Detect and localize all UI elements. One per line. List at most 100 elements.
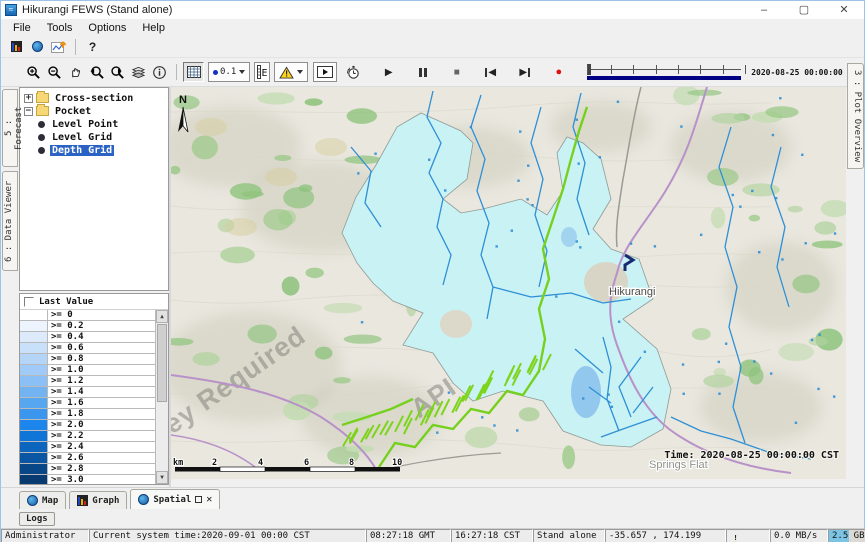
minimize-button[interactable]: – [744, 1, 784, 19]
left-panel: + Cross-section−Pocket Level Point Level Gr… [19, 87, 169, 487]
tab-map[interactable]: Map [19, 491, 66, 509]
tree-label: Cross-section [53, 93, 135, 104]
classification-dropdown[interactable]: 0.1 [208, 62, 250, 82]
legend-value-label: >= 1.0 [48, 365, 84, 375]
layers-icon [131, 65, 146, 80]
menu-item-options[interactable]: Options [80, 22, 134, 34]
menu-item-help[interactable]: Help [134, 22, 173, 34]
warning-threshold-dropdown[interactable]: ! [274, 62, 308, 82]
zoom-in-button[interactable] [23, 62, 44, 82]
database-viewer-button[interactable] [6, 37, 27, 57]
info-button[interactable] [149, 62, 170, 82]
legend-swatch [20, 398, 48, 408]
menu-item-file[interactable]: File [5, 22, 39, 34]
boxed-play-icon [317, 66, 333, 78]
logs-button[interactable]: Logs [19, 512, 55, 526]
tree-item-pocket[interactable]: −Pocket [24, 105, 168, 117]
legend-swatch [20, 376, 48, 386]
pause-button[interactable] [412, 62, 433, 82]
tab-graph[interactable]: Graph [69, 491, 127, 509]
legend-swatch [20, 354, 48, 364]
globe-icon [27, 495, 38, 506]
chevron-down-icon [297, 70, 303, 74]
tree-expander-icon[interactable]: + [24, 94, 33, 103]
legend-value-label: >= 0.8 [48, 354, 84, 364]
class-dot-icon [213, 70, 218, 75]
grid-display-button[interactable] [183, 62, 204, 82]
legend-row: >= 0.2 [20, 321, 155, 332]
zoom-out-icon [47, 65, 62, 80]
scroll-up-icon[interactable]: ▲ [156, 310, 168, 323]
animation-display-button[interactable] [313, 62, 337, 82]
tree-item-level-point[interactable]: Level Point [24, 118, 168, 130]
maximize-tab-icon[interactable] [195, 496, 202, 503]
zoom-next-button[interactable] [107, 62, 128, 82]
left-tab-strip: 5 : Forecast 6 : Data Viewer [1, 87, 19, 487]
tab-data-viewer[interactable]: 6 : Data Viewer [2, 171, 18, 271]
close-button[interactable]: ✕ [824, 1, 864, 19]
scroll-thumb[interactable] [157, 324, 167, 402]
close-tab-icon[interactable]: ✕ [206, 494, 212, 505]
legend-row: >= 0.6 [20, 343, 155, 354]
skip-to-end-icon: ▶ [519, 67, 530, 78]
go-to-end-button[interactable]: ▶ [514, 62, 535, 82]
legend-value-label: >= 2.0 [48, 420, 84, 430]
main-toolbar: ? [1, 36, 864, 58]
legend-swatch [20, 431, 48, 441]
legend-value-label: >= 2.4 [48, 442, 84, 452]
map-view[interactable]: API Key Required API Key Required Hikura… [171, 87, 846, 479]
layer-bullet-icon [38, 147, 45, 154]
tab-plot-overview[interactable]: 3 : Plot Overview [847, 63, 864, 169]
legend-row: >= 2.2 [20, 431, 155, 442]
help-button[interactable]: ? [82, 37, 103, 57]
time-slider[interactable] [585, 61, 743, 83]
map-toolbar: 0.1 E ! [1, 58, 864, 87]
legend-row: >= 0.8 [20, 354, 155, 365]
menu-item-tools[interactable]: Tools [39, 22, 81, 34]
tab-forecast[interactable]: 5 : Forecast [2, 89, 18, 167]
legend-swatch [20, 464, 48, 474]
elevation-scale-button[interactable]: E [254, 62, 270, 82]
legend-value-label: >= 1.4 [48, 387, 84, 397]
svg-text:E: E [262, 68, 268, 79]
tab-label: Map [42, 496, 58, 506]
tree-label: Level Grid [50, 132, 114, 143]
maximize-button[interactable]: ▢ [784, 1, 824, 19]
legend-value-label: >= 1.2 [48, 376, 84, 386]
zoom-out-button[interactable] [44, 62, 65, 82]
spatial-display-button[interactable] [27, 37, 48, 57]
svg-text:10: 10 [392, 458, 402, 468]
bar-chart-icon [77, 495, 88, 506]
legend-row: >= 2.0 [20, 420, 155, 431]
stop-button[interactable]: ■ [446, 62, 467, 82]
folder-icon [36, 93, 49, 103]
tab-spatial[interactable]: Spatial ✕ [130, 489, 220, 509]
tree-expander-icon[interactable]: − [24, 107, 33, 116]
legend-value-label: >= 2.6 [48, 453, 84, 463]
legend-swatch [20, 321, 48, 331]
tree-item-level-grid[interactable]: Level Grid [24, 131, 168, 143]
record-button[interactable]: ● [548, 62, 569, 82]
right-tab-strip: 3 : Plot Overview [846, 87, 865, 487]
scroll-down-icon[interactable]: ▼ [156, 471, 168, 484]
bottom-tab-bar: Map Graph Spatial ✕ [1, 487, 864, 509]
animation-timer-button[interactable] [343, 62, 364, 82]
legend-scrollbar[interactable]: ▲ ▼ [155, 310, 168, 484]
go-to-start-button[interactable]: ◀ [480, 62, 501, 82]
legend-row: >= 1.0 [20, 365, 155, 376]
legend-value-label: >= 1.8 [48, 409, 84, 419]
tree-item-cross-section[interactable]: + Cross-section [24, 92, 168, 104]
layer-tree: + Cross-section−Pocket Level Point Level Gr… [19, 87, 169, 291]
play-button[interactable]: ▶ [378, 62, 399, 82]
tree-label: Level Point [50, 119, 120, 130]
last-value-checkbox[interactable] [24, 297, 34, 307]
pan-hand-icon [68, 65, 83, 80]
layers-button[interactable] [128, 62, 149, 82]
timeseries-display-button[interactable] [48, 37, 69, 57]
tab-label: Spatial [153, 495, 191, 505]
zoom-previous-button[interactable] [86, 62, 107, 82]
tree-item-depth-grid[interactable]: Depth Grid [24, 144, 168, 156]
svg-text:km: km [173, 458, 183, 468]
legend-swatch [20, 409, 48, 419]
pan-button[interactable] [65, 62, 86, 82]
